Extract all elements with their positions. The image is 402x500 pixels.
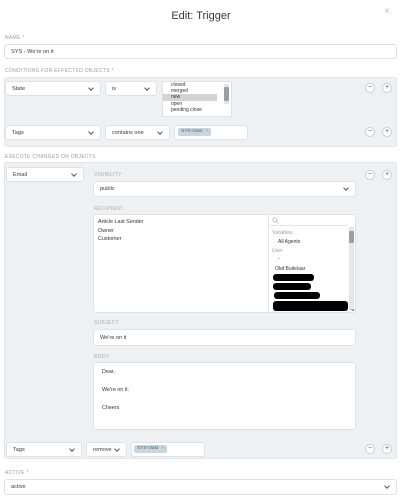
add-action-button[interactable]: + — [382, 444, 392, 454]
tag-token: SYS-Oast × — [134, 445, 168, 453]
scroll-thumb[interactable] — [349, 231, 354, 243]
chevron-down-icon — [144, 86, 150, 92]
search-icon — [272, 217, 279, 224]
variables-group-label: Variables — [272, 230, 293, 236]
body-line — [102, 378, 347, 387]
chevron-down-icon — [88, 86, 94, 92]
state-listbox[interactable]: closed merged new open pending close — [162, 81, 232, 117]
condition-operator-value: is — [112, 85, 117, 92]
visibility-select[interactable]: public — [93, 181, 356, 197]
remove-condition-button[interactable]: − — [365, 83, 375, 93]
recipient-search-input[interactable] — [270, 216, 348, 226]
active-value: active — [11, 484, 26, 490]
recipient-selected-list: Article Last Sender Owner Customer — [98, 218, 144, 244]
recipient-option[interactable]: All Agents — [278, 239, 300, 245]
visibility-label: VISIBILITY — [94, 172, 122, 178]
recipient-item[interactable]: Article Last Sender — [98, 218, 144, 227]
close-icon[interactable]: × — [384, 6, 390, 17]
action-value: Email — [13, 171, 27, 178]
redacted-user — [273, 301, 348, 311]
condition-attribute-value: Tags — [12, 129, 24, 136]
condition-attribute-select[interactable]: Tags — [5, 125, 101, 140]
add-action-button[interactable]: + — [382, 170, 392, 180]
name-input[interactable]: SYS - We're on it — [4, 44, 397, 59]
execute-operator-select[interactable]: remove — [86, 442, 127, 457]
remove-action-button[interactable]: − — [365, 170, 375, 180]
tag-token-label: SYS-Oast — [137, 446, 159, 451]
token-remove-icon[interactable]: × — [161, 445, 164, 453]
action-select[interactable]: Email — [6, 167, 84, 182]
condition-attribute-value: State — [12, 85, 26, 92]
name-value: SYS - We're on it — [11, 48, 54, 55]
active-label: ACTIVE * — [5, 470, 29, 476]
body-line: Cheers — [102, 405, 120, 411]
body-line — [102, 396, 347, 405]
condition-operator-select[interactable]: contains one — [105, 125, 170, 140]
execute-operator-value: remove — [93, 446, 112, 453]
user-group-label: User — [272, 248, 283, 254]
state-option[interactable]: pending close — [163, 107, 231, 113]
visibility-value: public — [100, 186, 115, 192]
condition-operator-select[interactable]: is — [105, 81, 157, 96]
redacted-user — [273, 283, 311, 290]
recipient-item[interactable]: Owner — [98, 227, 144, 236]
chevron-down-icon — [157, 130, 163, 136]
token-remove-icon[interactable]: × — [205, 128, 208, 136]
chevron-down-icon — [69, 447, 75, 453]
chevron-down-icon — [343, 186, 349, 192]
redacted-user — [273, 274, 314, 281]
subject-label: SUBJECT — [94, 320, 119, 326]
add-condition-button[interactable]: + — [382, 83, 392, 93]
condition-operator-value: contains one — [112, 129, 144, 136]
body-line: We're on it. — [102, 387, 129, 393]
remove-action-button[interactable]: − — [365, 444, 375, 454]
body-textarea[interactable]: Dear, We're on it. Cheers — [93, 362, 356, 430]
recipient-option[interactable]: - — [278, 256, 280, 262]
chevron-down-icon — [384, 484, 390, 490]
recipient-scrollbar[interactable] — [349, 227, 354, 311]
recipient-option[interactable]: Olaf Buitelaar — [275, 266, 305, 272]
listbox-scrollbar[interactable] — [224, 84, 229, 104]
chevron-down-icon — [114, 447, 120, 453]
body-label: BODY — [94, 354, 110, 360]
remove-condition-button[interactable]: − — [365, 127, 375, 137]
redacted-user — [274, 292, 320, 299]
recipient-label: RECIPIENT — [94, 206, 124, 212]
subject-input[interactable]: We're on it — [93, 329, 356, 346]
chevron-down-icon — [351, 308, 355, 312]
execute-label: EXECUTE CHANGES ON OBJECTS — [5, 154, 96, 160]
add-condition-button[interactable]: + — [382, 127, 392, 137]
tag-token-label: SYS-Oast — [181, 129, 203, 134]
scroll-thumb[interactable] — [224, 87, 229, 101]
modal-title: Edit: Trigger — [171, 10, 231, 22]
execute-attribute-value: Tags — [13, 446, 25, 453]
chevron-down-icon — [88, 130, 94, 136]
execute-attribute-select[interactable]: Tags — [6, 442, 82, 457]
recipient-item[interactable]: Customer — [98, 235, 144, 244]
active-select[interactable]: active — [4, 479, 397, 495]
tag-token: SYS-Oast × — [178, 128, 212, 136]
conditions-label: CONDITIONS FOR EFFECTED OBJECTS * — [5, 68, 114, 74]
chevron-down-icon — [71, 172, 77, 178]
subject-value: We're on it — [100, 334, 127, 341]
body-line: Dear, — [102, 369, 115, 375]
name-label: NAME * — [5, 35, 25, 41]
condition-attribute-select[interactable]: State — [5, 81, 101, 96]
